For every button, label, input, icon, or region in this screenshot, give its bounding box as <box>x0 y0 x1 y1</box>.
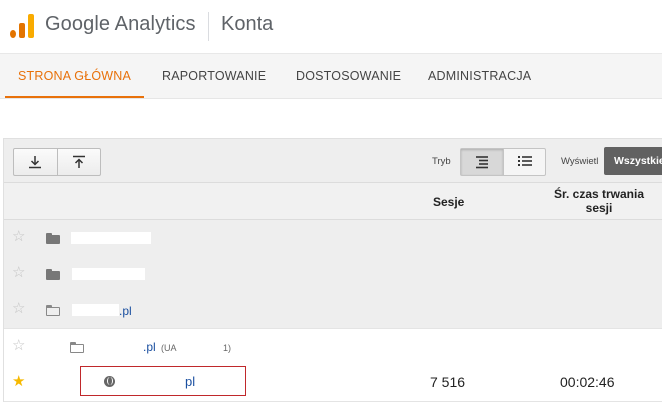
download-icon <box>29 156 41 169</box>
mode-label: Tryb <box>432 156 451 167</box>
table-toolbar: Tryb Wyświetl Wszystkie <box>4 139 662 183</box>
property-id-suffix: 1) <box>223 343 232 353</box>
avg-duration-value: 00:02:46 <box>560 374 615 390</box>
table-row[interactable]: ☆ .pl <box>4 292 662 329</box>
hierarchy-view-button[interactable] <box>461 149 503 175</box>
analytics-logo-icon[interactable] <box>10 14 34 38</box>
column-header-row: Sesje Śr. czas trwania sesji <box>4 183 662 220</box>
column-sessions[interactable]: Sesje <box>433 195 464 209</box>
tab-dostosowanie[interactable]: DOSTOSOWANIE <box>296 54 401 96</box>
folder-open-icon <box>70 342 84 353</box>
star-filled-icon[interactable]: ★ <box>12 374 28 390</box>
table-row[interactable]: ★ pl 7 516 00:02:46 <box>4 365 662 402</box>
folder-open-icon <box>46 305 60 316</box>
star-icon[interactable]: ☆ <box>12 338 28 354</box>
tab-strona-glowna[interactable]: STRONA GŁÓWNA <box>5 54 145 98</box>
account-name-redacted[interactable] <box>72 268 145 280</box>
header-divider <box>208 12 209 41</box>
star-icon[interactable]: ☆ <box>12 229 28 245</box>
upload-button[interactable] <box>57 149 100 175</box>
accounts-table: Tryb Wyświetl Wszystkie Sesje Śr. czas t… <box>3 138 662 402</box>
upload-icon <box>73 155 85 168</box>
tab-raportowanie[interactable]: RAPORTOWANIE <box>162 54 266 96</box>
page-title[interactable]: Konta <box>221 13 273 36</box>
account-name-redacted[interactable] <box>72 304 119 316</box>
tab-administracja[interactable]: ADMINISTRACJA <box>428 54 531 96</box>
app-header: Google Analytics Konta <box>0 0 662 53</box>
property-name-suffix[interactable]: .pl <box>143 340 156 354</box>
folder-icon <box>46 269 60 280</box>
list-view-icon <box>518 156 532 166</box>
globe-icon <box>104 376 115 387</box>
account-name-redacted[interactable] <box>71 232 151 244</box>
view-name-suffix[interactable]: pl <box>185 374 195 389</box>
folder-icon <box>46 233 60 244</box>
column-avg-duration[interactable]: Śr. czas trwania sesji <box>544 187 654 215</box>
sessions-value: 7 516 <box>430 374 466 390</box>
main-nav: STRONA GŁÓWNA RAPORTOWANIE DOSTOSOWANIE … <box>0 53 662 99</box>
star-icon[interactable]: ☆ <box>12 301 28 317</box>
import-export-group <box>13 148 101 176</box>
download-button[interactable] <box>14 149 56 175</box>
star-icon[interactable]: ☆ <box>12 265 28 281</box>
table-row[interactable]: ☆ <box>4 220 662 257</box>
account-name-suffix[interactable]: .pl <box>119 304 132 318</box>
filter-all-button[interactable]: Wszystkie <box>604 147 662 175</box>
view-mode-toggle <box>460 148 546 176</box>
brand-name: Google Analytics <box>45 13 196 35</box>
hierarchy-view-icon <box>476 156 488 169</box>
display-label: Wyświetl <box>561 156 599 167</box>
list-view-button[interactable] <box>503 149 546 175</box>
property-id-prefix: (UA <box>161 343 177 353</box>
table-row[interactable]: ☆ <box>4 256 662 293</box>
table-row[interactable]: ☆ .pl (UA 1) <box>4 329 662 366</box>
